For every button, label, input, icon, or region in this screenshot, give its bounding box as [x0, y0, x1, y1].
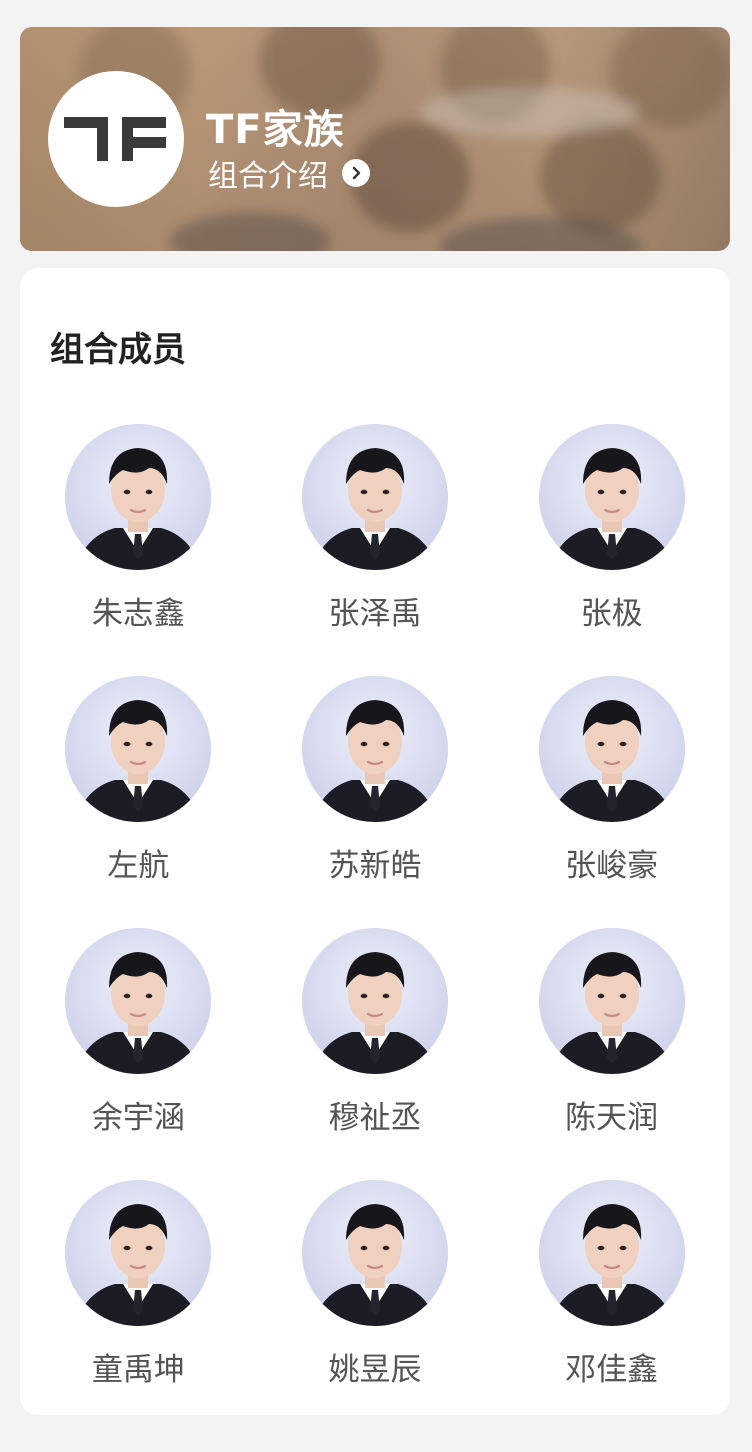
member-item[interactable]: 陈天润 — [493, 928, 730, 1180]
group-title: TF家族 — [206, 107, 345, 153]
member-avatar — [65, 928, 212, 1074]
member-item[interactable]: 左航 — [20, 676, 257, 928]
member-item[interactable]: 童禹坤 — [20, 1180, 257, 1432]
group-logo — [48, 71, 184, 207]
member-avatar — [65, 424, 212, 570]
member-item[interactable]: 张峻豪 — [493, 676, 730, 928]
member-name: 苏新皓 — [328, 848, 422, 884]
member-avatar — [538, 676, 685, 822]
member-name: 张极 — [580, 596, 643, 632]
member-avatar — [301, 1180, 448, 1326]
member-avatar — [538, 928, 685, 1074]
member-name: 朱志鑫 — [91, 596, 185, 632]
member-name: 张泽禹 — [328, 596, 422, 632]
member-item[interactable]: 穆祉丞 — [257, 928, 494, 1180]
group-intro-link[interactable]: 组合介绍 — [208, 151, 370, 195]
members-card: 组合成员 朱志鑫 张泽禹 张极左航 苏新皓 张峻豪余宇涵 穆祉丞 陈天润童禹坤 姚昱辰 邓佳鑫 — [20, 268, 730, 1415]
member-avatar — [301, 424, 448, 570]
member-name: 左航 — [107, 848, 170, 884]
member-avatar — [65, 676, 212, 822]
member-item[interactable]: 朱志鑫 — [20, 424, 257, 676]
member-item[interactable]: 姚昱辰 — [257, 1180, 494, 1432]
member-name: 余宇涵 — [91, 1100, 185, 1136]
members-grid: 朱志鑫 张泽禹 张极左航 苏新皓 张峻豪余宇涵 穆祉丞 陈天润童禹坤 姚昱辰 邓佳鑫 — [20, 424, 730, 1432]
member-avatar — [301, 676, 448, 822]
member-name: 童禹坤 — [91, 1352, 185, 1388]
member-name: 邓佳鑫 — [565, 1352, 659, 1388]
member-item[interactable]: 余宇涵 — [20, 928, 257, 1180]
chevron-right-icon — [342, 159, 370, 187]
member-avatar — [301, 928, 448, 1074]
member-name: 姚昱辰 — [328, 1352, 422, 1388]
member-avatar — [65, 1180, 212, 1326]
tf-logo-icon — [64, 117, 166, 161]
member-item[interactable]: 张泽禹 — [257, 424, 494, 676]
member-avatar — [538, 424, 685, 570]
group-banner[interactable]: TF家族 组合介绍 — [20, 27, 730, 251]
member-avatar — [538, 1180, 685, 1326]
members-section-title: 组合成员 — [50, 330, 186, 370]
group-intro-label: 组合介绍 — [208, 159, 328, 194]
member-item[interactable]: 张极 — [493, 424, 730, 676]
member-name: 穆祉丞 — [328, 1100, 422, 1136]
member-name: 陈天润 — [565, 1100, 659, 1136]
member-item[interactable]: 苏新皓 — [257, 676, 494, 928]
member-name: 张峻豪 — [565, 848, 659, 884]
member-item[interactable]: 邓佳鑫 — [493, 1180, 730, 1432]
